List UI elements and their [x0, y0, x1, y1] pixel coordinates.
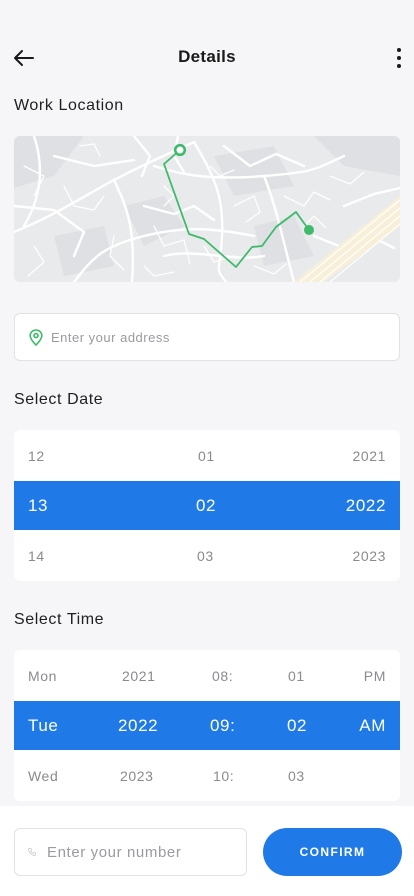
year-option[interactable]: 2021 — [352, 430, 386, 481]
period-option[interactable]: PM — [364, 650, 386, 701]
date-picker-row[interactable]: 14 03 2023 — [14, 530, 400, 581]
more-menu-button[interactable] — [392, 44, 406, 72]
year-option[interactable]: 2023 — [120, 750, 154, 801]
day-option-selected[interactable]: 13 — [28, 481, 48, 530]
date-picker-row-selected[interactable]: 13 02 2022 — [14, 481, 400, 530]
phone-field[interactable] — [14, 828, 247, 876]
route-map[interactable] — [14, 136, 400, 282]
route-end-marker — [304, 225, 314, 235]
year-option-selected[interactable]: 2022 — [118, 701, 158, 750]
month-option[interactable]: 01 — [198, 430, 215, 481]
year-option-selected[interactable]: 2022 — [346, 481, 386, 530]
hour-option-selected[interactable]: 09: — [210, 701, 235, 750]
route-start-marker — [173, 143, 187, 157]
hour-option[interactable]: 08: — [212, 650, 233, 701]
work-location-heading: Work Location — [14, 97, 124, 114]
weekday-option[interactable]: Mon — [28, 650, 57, 701]
phone-icon — [28, 847, 37, 856]
month-option[interactable]: 03 — [197, 530, 214, 581]
time-picker[interactable]: Mon 2021 08: 01 PM Tue 2022 09: 02 AM We… — [14, 650, 400, 801]
location-pin-icon — [29, 328, 43, 346]
minute-option-selected[interactable]: 02 — [287, 701, 307, 750]
date-picker-row[interactable]: 12 01 2021 — [14, 430, 400, 481]
year-option[interactable]: 2021 — [122, 650, 156, 701]
period-option-selected[interactable]: AM — [359, 701, 386, 750]
page-title: Details — [178, 47, 236, 66]
weekday-option-selected[interactable]: Tue — [28, 701, 58, 750]
app-header: Details — [0, 0, 414, 96]
bottom-action-bar: CONFIRM — [0, 806, 414, 896]
day-option[interactable]: 12 — [28, 430, 45, 481]
map-canvas — [14, 136, 400, 282]
date-picker[interactable]: 12 01 2021 13 02 2022 14 03 2023 — [14, 430, 400, 581]
time-picker-row-selected[interactable]: Tue 2022 09: 02 AM — [14, 701, 400, 750]
hour-option[interactable]: 10: — [213, 750, 234, 801]
confirm-button[interactable]: CONFIRM — [263, 828, 402, 876]
time-picker-row[interactable]: Wed 2023 10: 03 — [14, 750, 400, 801]
address-field[interactable] — [14, 313, 400, 361]
select-time-heading: Select Time — [14, 611, 105, 628]
month-option-selected[interactable]: 02 — [196, 481, 216, 530]
more-vertical-icon-dot — [397, 64, 401, 68]
time-picker-row[interactable]: Mon 2021 08: 01 PM — [14, 650, 400, 701]
more-vertical-icon — [397, 48, 401, 52]
day-option[interactable]: 14 — [28, 530, 45, 581]
more-vertical-icon-dot — [397, 56, 401, 60]
minute-option[interactable]: 03 — [288, 750, 305, 801]
select-date-heading: Select Date — [14, 391, 104, 408]
minute-option[interactable]: 01 — [288, 650, 305, 701]
weekday-option[interactable]: Wed — [28, 750, 58, 801]
year-option[interactable]: 2023 — [352, 530, 386, 581]
phone-input[interactable] — [47, 843, 246, 861]
address-input[interactable] — [51, 329, 399, 345]
